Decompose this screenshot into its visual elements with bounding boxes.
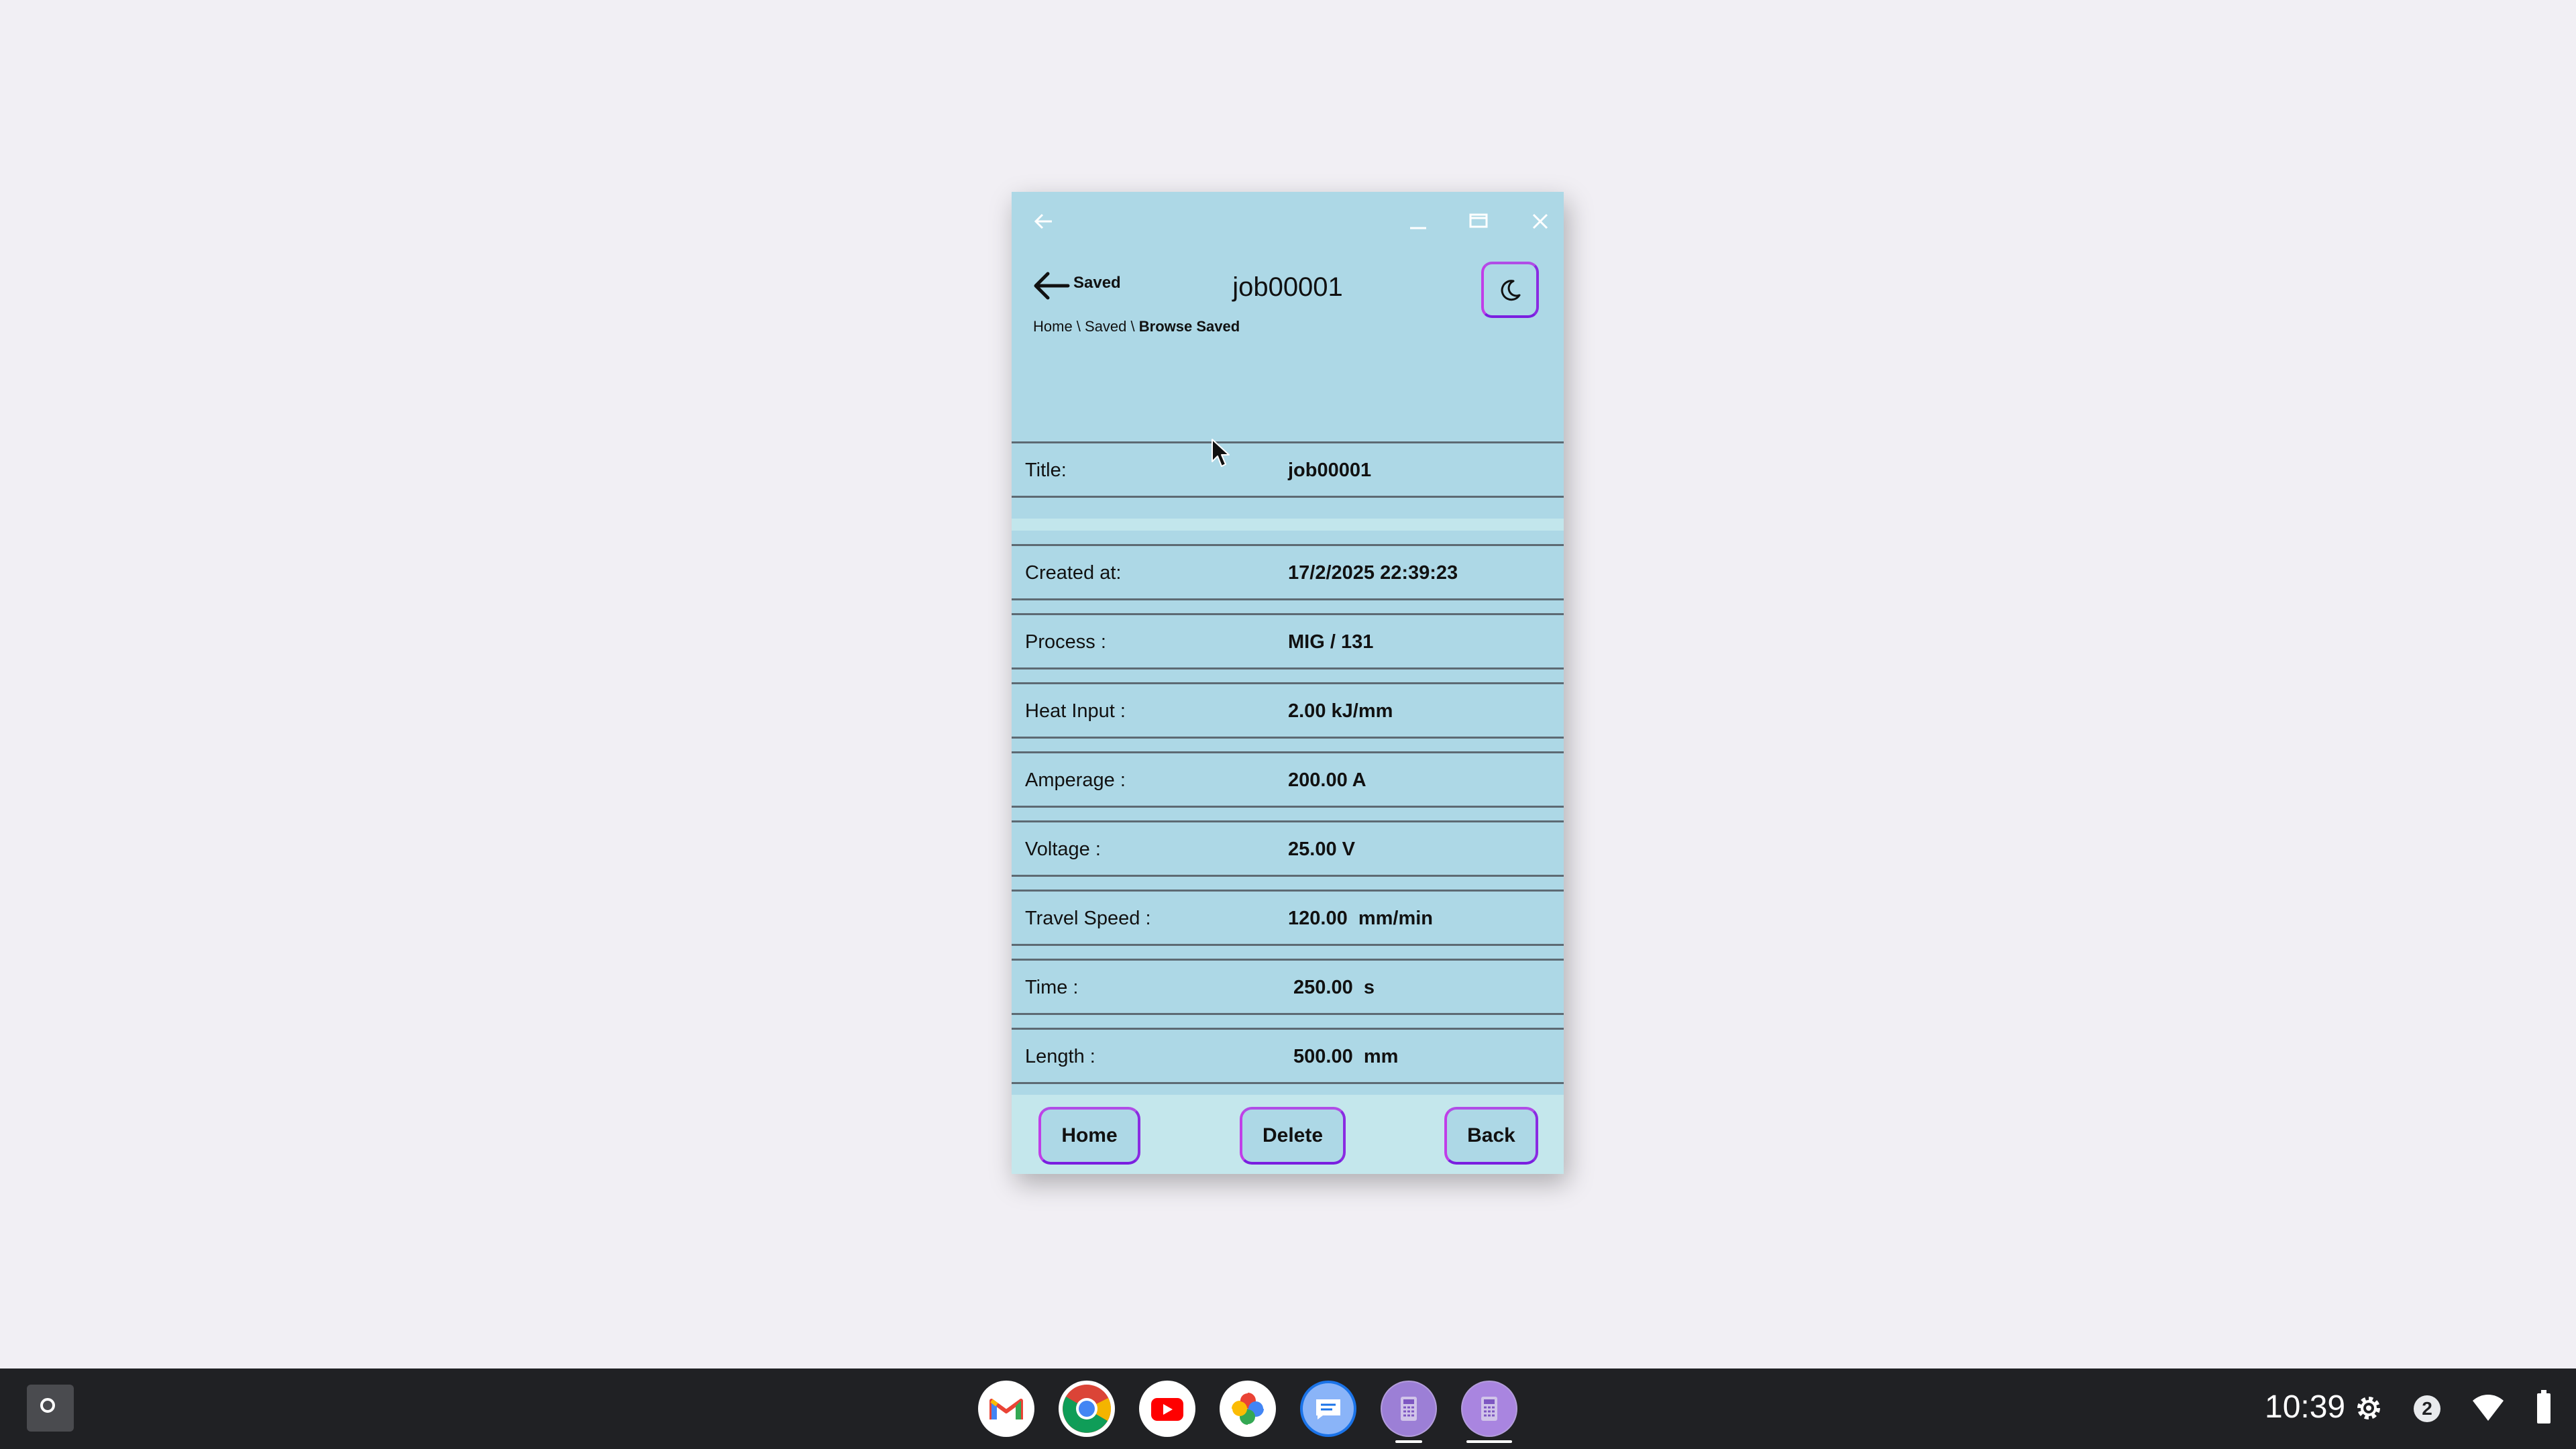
running-indicator — [1395, 1440, 1422, 1443]
battery-icon[interactable] — [2536, 1390, 2552, 1425]
detail-row-time: Time : 250.00 s — [1012, 959, 1564, 1015]
maximize-icon[interactable] — [1464, 207, 1493, 236]
breadcrumb-path[interactable]: Home \ Saved \ — [1033, 318, 1139, 335]
detail-row-length: Length : 500.00 mm — [1012, 1028, 1564, 1084]
row-label: Time : — [1025, 977, 1079, 998]
row-value: 250.00 s — [1293, 977, 1375, 998]
delete-button[interactable]: Delete — [1240, 1107, 1346, 1165]
back-button[interactable]: Back — [1444, 1107, 1538, 1165]
launcher-icon — [40, 1398, 55, 1413]
detail-row-voltage: Voltage : 25.00 V — [1012, 820, 1564, 877]
detail-row-travel-speed: Travel Speed : 120.00 mm/min — [1012, 890, 1564, 946]
row-value: 120.00 mm/min — [1288, 908, 1433, 929]
mouse-pointer-icon — [1212, 439, 1230, 467]
messages-icon[interactable] — [1300, 1381, 1356, 1437]
row-value: 200.00 A — [1288, 769, 1366, 791]
detail-row-title: Title: job00001 — [1012, 441, 1564, 498]
row-label: Voltage : — [1025, 839, 1101, 860]
clock[interactable]: 10:39 — [2265, 1389, 2345, 1426]
detail-row-created-at: Created at: 17/2/2025 22:39:23 — [1012, 544, 1564, 600]
row-label: Created at: — [1025, 562, 1122, 584]
home-button[interactable]: Home — [1038, 1107, 1140, 1165]
close-icon[interactable] — [1525, 207, 1555, 236]
launcher-button[interactable] — [27, 1385, 74, 1432]
detail-row-amperage: Amperage : 200.00 A — [1012, 751, 1564, 808]
calculator-app-icon[interactable] — [1381, 1381, 1437, 1437]
row-value: job00001 — [1288, 460, 1372, 481]
breadcrumb: Home \ Saved \ Browse Saved — [1033, 318, 1240, 335]
window-titlebar — [1012, 192, 1564, 251]
chrome-icon[interactable] — [1059, 1381, 1115, 1437]
row-value: MIG / 131 — [1288, 631, 1374, 653]
moon-icon — [1501, 280, 1521, 301]
breadcrumb-current: Browse Saved — [1138, 318, 1240, 335]
row-value: 17/2/2025 22:39:23 — [1288, 562, 1458, 584]
notification-count-badge[interactable]: 2 — [2414, 1395, 2440, 1422]
calculator-app-active-icon[interactable] — [1461, 1381, 1517, 1437]
row-label: Title: — [1025, 460, 1067, 481]
row-value: 500.00 mm — [1293, 1046, 1399, 1067]
app-window: Saved job00001 Home \ Saved \ Browse Sav… — [1012, 192, 1564, 1174]
youtube-icon[interactable] — [1139, 1381, 1195, 1437]
wifi-icon[interactable] — [2471, 1394, 2505, 1422]
row-label: Amperage : — [1025, 769, 1126, 791]
row-value: 2.00 kJ/mm — [1288, 700, 1393, 722]
detail-row-process: Process : MIG / 131 — [1012, 613, 1564, 669]
system-shelf: 10:39 2 — [0, 1368, 2576, 1449]
dark-mode-toggle-button[interactable] — [1481, 262, 1539, 318]
row-label: Heat Input : — [1025, 700, 1126, 722]
titlebar-back-icon[interactable] — [1029, 207, 1059, 236]
row-label: Length : — [1025, 1046, 1095, 1067]
active-indicator — [1466, 1440, 1512, 1443]
row-divider — [1012, 519, 1564, 531]
row-label: Process : — [1025, 631, 1106, 653]
photos-icon[interactable] — [1220, 1381, 1276, 1437]
row-value: 25.00 V — [1288, 839, 1355, 860]
detail-row-heat-input: Heat Input : 2.00 kJ/mm — [1012, 682, 1564, 739]
settings-gear-icon[interactable] — [2353, 1393, 2384, 1424]
minimize-icon[interactable] — [1403, 207, 1433, 236]
gmail-icon[interactable] — [978, 1381, 1034, 1437]
row-label: Travel Speed : — [1025, 908, 1151, 929]
